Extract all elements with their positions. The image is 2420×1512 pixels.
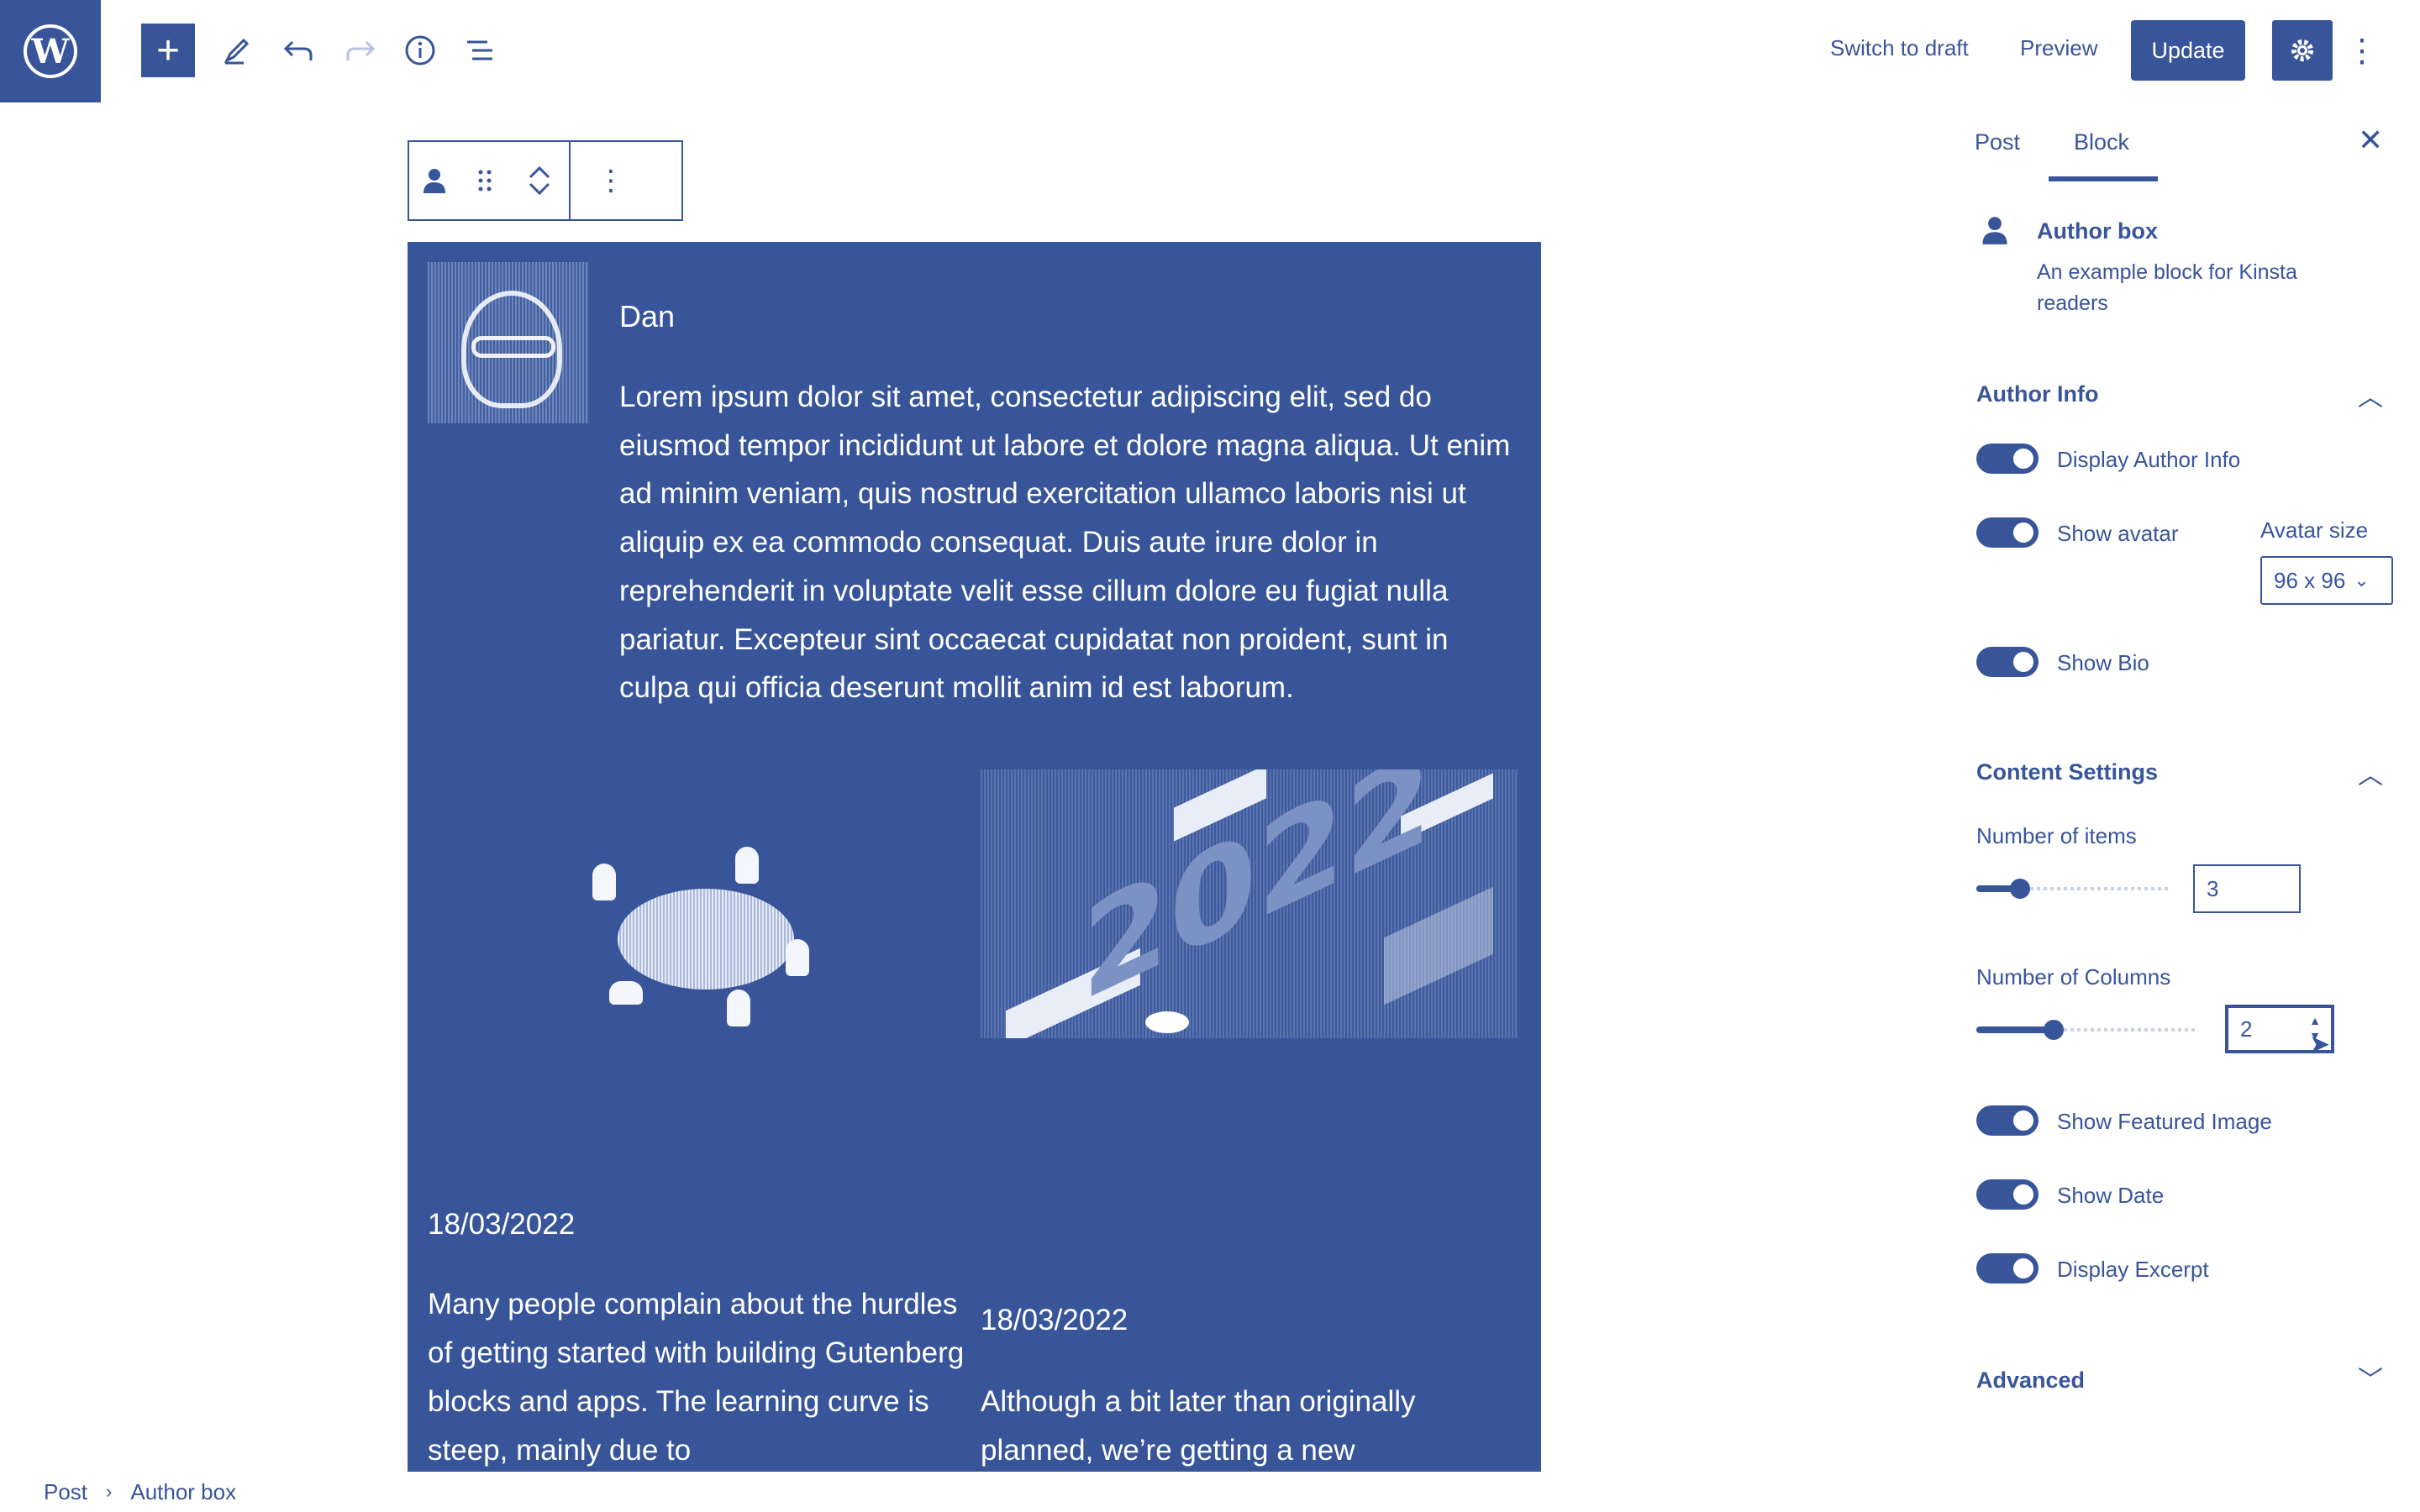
slider-thumb[interactable] (2044, 1020, 2064, 1040)
show-featured-image-label: Show Featured Image (2057, 1109, 2272, 1134)
breadcrumb: Post › Author box (0, 1472, 2420, 1512)
switch-to-draft-button[interactable]: Switch to draft (1830, 35, 1969, 61)
tab-post[interactable]: Post (1975, 129, 2020, 155)
author-avatar (428, 262, 589, 423)
gear-icon (2291, 39, 2313, 61)
post-excerpt: Many people complain about the hurdles o… (428, 1288, 965, 1467)
options-button[interactable]: ⋮ (2346, 25, 2378, 76)
block-toolbar-group-options: ⋮ (571, 142, 651, 219)
redo-button[interactable] (333, 24, 387, 77)
number-of-items-input[interactable]: 3 (2193, 864, 2301, 913)
info-icon (405, 35, 435, 66)
number-of-columns-value: 2 (2240, 1016, 2253, 1042)
wordpress-logo-icon: W (24, 24, 77, 78)
person-icon (424, 169, 445, 193)
person-icon (1982, 217, 2007, 244)
show-date-label: Show Date (2057, 1183, 2165, 1208)
meeting-person (735, 847, 759, 884)
block-toolbar-group-main (409, 142, 571, 219)
chevron-down-icon[interactable]: ﹀ (2358, 1359, 2383, 1396)
chevron-up-icon[interactable]: ︿ (2358, 754, 2383, 791)
breadcrumb-item-post[interactable]: Post (44, 1479, 87, 1505)
meeting-person (592, 864, 616, 900)
wordpress-logo[interactable]: W (0, 0, 101, 102)
show-bio-toggle[interactable] (1976, 647, 2039, 677)
panel-advanced-toggle[interactable]: Advanced (1976, 1368, 2085, 1394)
slider-thumb[interactable] (2010, 879, 2030, 899)
post-date: 18/03/2022 (981, 1304, 1128, 1336)
tab-block[interactable]: Block (2074, 129, 2129, 155)
author-box-block[interactable]: Dan Lorem ipsum dolor sit amet, consecte… (408, 242, 1541, 1472)
add-block-button[interactable]: + (141, 24, 195, 77)
show-avatar-toggle[interactable] (1976, 517, 2039, 548)
show-avatar-label: Show avatar (2057, 521, 2179, 546)
breadcrumb-item-author-box[interactable]: Author box (130, 1479, 236, 1505)
avatar-size-label: Avatar size (2260, 517, 2369, 543)
featured-image-meeting[interactable] (584, 847, 819, 1032)
post-excerpt: Although a bit later than originally pla… (981, 1385, 1416, 1467)
author-name: Dan (619, 299, 676, 333)
display-author-info-toggle[interactable] (1976, 444, 2039, 474)
display-excerpt-toggle[interactable] (1976, 1253, 2039, 1284)
chevron-right-icon: › (106, 1481, 113, 1502)
display-excerpt-label: Display Excerpt (2057, 1257, 2209, 1282)
meeting-person (609, 981, 643, 1005)
close-icon: ✕ (2358, 123, 2384, 157)
number-of-columns-slider[interactable] (1976, 1013, 2195, 1047)
illustration-card (1384, 886, 1493, 1005)
details-button[interactable] (393, 24, 447, 77)
undo-button[interactable] (272, 24, 326, 77)
number-of-items-slider[interactable] (1976, 872, 2168, 906)
move-down-icon[interactable] (527, 181, 552, 197)
more-vertical-icon: ⋮ (597, 165, 625, 197)
drag-handle[interactable] (460, 142, 510, 219)
post-date: 18/03/2022 (428, 1208, 576, 1241)
undo-icon (283, 40, 313, 60)
pencil-icon (224, 38, 250, 65)
illustration-ellipse (1145, 1011, 1189, 1033)
illustration-year: 2022 (1081, 769, 1433, 1032)
number-of-columns-label: Number of Columns (1976, 964, 2171, 990)
editor-header: W + Switch to draft Preview Update ⋮ (0, 0, 2420, 102)
preview-button[interactable]: Preview (2020, 35, 2097, 61)
active-tab-indicator (2049, 176, 2158, 181)
number-of-items-label: Number of items (1976, 823, 2137, 848)
number-of-items-value: 3 (2207, 875, 2219, 901)
meeting-person (786, 939, 809, 976)
chevron-up-icon[interactable]: ︿ (2358, 376, 2383, 413)
avatar-size-select[interactable]: 96 x 96 ⌄ (2260, 556, 2393, 605)
show-bio-label: Show Bio (2057, 650, 2149, 675)
avatar-glasses (471, 336, 555, 358)
block-card-description: An example block for Kinsta readers (2037, 260, 2297, 315)
meeting-person (727, 990, 750, 1026)
show-date-toggle[interactable] (1976, 1179, 2039, 1210)
close-sidebar-button[interactable]: ✕ (2358, 123, 2383, 158)
list-view-icon (467, 40, 492, 60)
drag-icon (478, 170, 492, 192)
block-options-button[interactable]: ⋮ (571, 142, 651, 219)
plus-icon: + (155, 28, 181, 73)
chevron-down-icon: ⌄ (2354, 570, 2370, 591)
tools-button[interactable] (210, 24, 264, 77)
block-type-button[interactable] (409, 142, 460, 219)
block-toolbar: ⋮ (408, 140, 683, 221)
author-bio: Lorem ipsum dolor sit amet, consectetur … (619, 381, 1511, 705)
meeting-table (618, 889, 794, 990)
settings-button[interactable] (2272, 20, 2333, 81)
list-view-button[interactable] (454, 24, 508, 77)
more-vertical-icon: ⋮ (2346, 33, 2378, 69)
block-card-title: Author box (2037, 218, 2158, 244)
show-featured-image-toggle[interactable] (1976, 1105, 2039, 1136)
block-mover (510, 142, 569, 219)
move-up-icon[interactable] (527, 164, 552, 181)
redo-icon (346, 40, 376, 60)
panel-author-info-toggle[interactable]: Author Info (1976, 381, 2098, 407)
mouse-cursor-icon: ➤ (2309, 1031, 2331, 1058)
featured-image-2022[interactable]: 2022 (981, 769, 1518, 1038)
display-author-info-label: Display Author Info (2057, 447, 2241, 472)
panel-content-settings-toggle[interactable]: Content Settings (1976, 759, 2158, 785)
update-button[interactable]: Update (2131, 20, 2245, 81)
avatar-size-value: 96 x 96 (2274, 567, 2346, 593)
